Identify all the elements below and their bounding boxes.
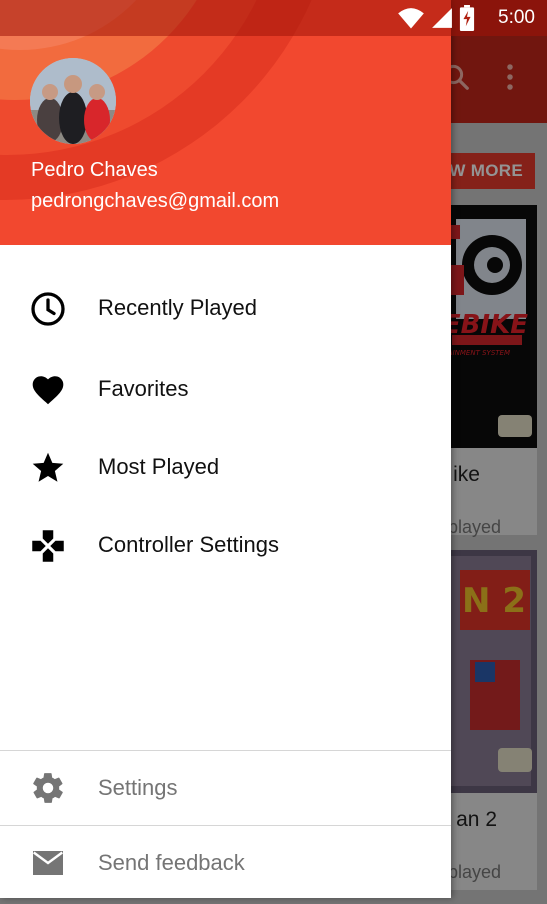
user-name: Pedro Chaves bbox=[31, 159, 158, 181]
menu-item-recently-played[interactable]: Recently Played bbox=[0, 270, 451, 348]
battery-charging-icon bbox=[459, 5, 475, 31]
heart-icon bbox=[32, 376, 64, 405]
clock-icon bbox=[31, 292, 65, 326]
footer-item-label: Settings bbox=[98, 775, 178, 800]
navigation-drawer: Pedro Chaves pedrongchaves@gmail.com Rec… bbox=[0, 0, 451, 898]
menu-item-label: Most Played bbox=[98, 454, 220, 479]
avatar[interactable] bbox=[30, 58, 116, 144]
wifi-icon bbox=[398, 8, 424, 29]
footer-item-send-feedback[interactable]: Send feedback bbox=[0, 826, 451, 900]
footer-item-settings[interactable]: Settings bbox=[0, 751, 451, 825]
footer-item-label: Send feedback bbox=[98, 850, 245, 875]
menu-item-favorites[interactable]: Favorites bbox=[0, 351, 451, 429]
gear-icon bbox=[33, 773, 63, 803]
user-email[interactable]: pedrongchaves@gmail.com bbox=[31, 190, 279, 213]
gamepad-icon bbox=[32, 530, 64, 562]
menu-item-most-played[interactable]: Most Played bbox=[0, 429, 451, 507]
status-bar: 5:00 bbox=[0, 0, 547, 36]
menu-item-label: Controller Settings bbox=[98, 532, 279, 557]
mail-icon bbox=[33, 851, 63, 875]
star-icon bbox=[32, 452, 64, 482]
status-time: 5:00 bbox=[498, 7, 535, 28]
menu-item-label: Recently Played bbox=[98, 295, 257, 320]
cell-signal-icon bbox=[432, 8, 452, 28]
menu-item-controller-settings[interactable]: Controller Settings bbox=[0, 507, 451, 585]
drawer-header: Pedro Chaves pedrongchaves@gmail.com bbox=[0, 0, 451, 245]
menu-item-label: Favorites bbox=[98, 376, 189, 401]
